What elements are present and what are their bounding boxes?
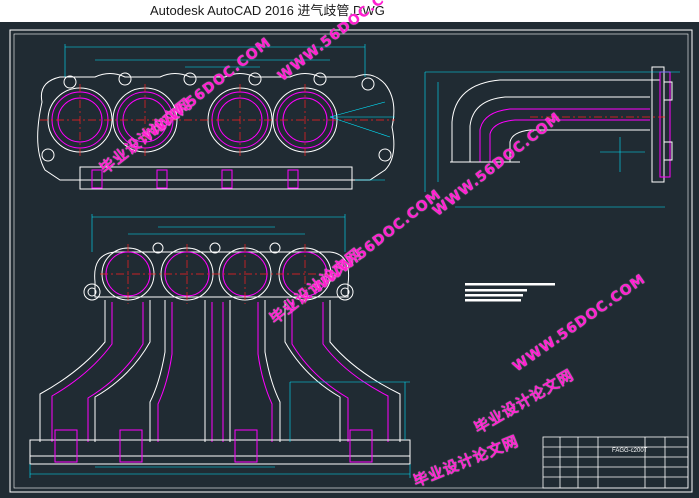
- drawing-number: FAGG-c200T: [612, 448, 648, 454]
- technical-notes: [465, 283, 555, 302]
- drawing-canvas[interactable]: FAGG-c200T 毕业设计论文网 WWW.56DOC.COM WWW.56D…: [0, 0, 699, 498]
- title-block: FAGG-c200T: [542, 436, 689, 489]
- top-view: [37, 44, 395, 190]
